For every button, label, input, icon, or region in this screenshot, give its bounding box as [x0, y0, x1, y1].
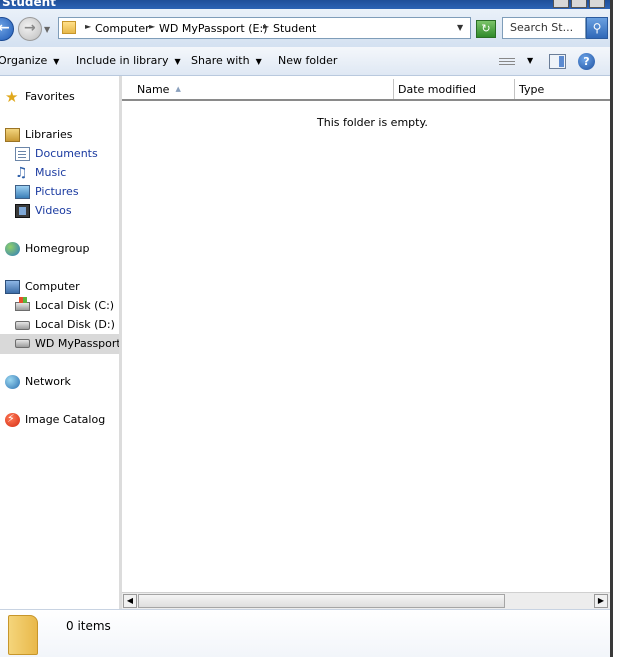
- address-dropdown-icon[interactable]: ▼: [457, 23, 463, 32]
- nav-local-disk-d[interactable]: Local Disk (D:): [15, 316, 119, 334]
- navigation-pane: ★ Favorites Libraries Documents ♫ Music …: [0, 76, 129, 609]
- window-border: [610, 0, 629, 657]
- nav-image-catalog[interactable]: Image Catalog: [5, 411, 119, 429]
- nav-documents[interactable]: Documents: [15, 145, 119, 163]
- star-icon: ★: [5, 88, 19, 106]
- include-in-library-button[interactable]: Include in library ▼: [76, 54, 181, 67]
- new-folder-button[interactable]: New folder: [278, 54, 337, 67]
- column-header: Name ▲ Date modified Type: [122, 79, 610, 101]
- close-button[interactable]: [589, 0, 605, 8]
- folder-icon: [8, 615, 38, 655]
- column-divider[interactable]: [514, 79, 515, 99]
- chevron-right-icon[interactable]: ►: [149, 22, 155, 31]
- views-dropdown-icon[interactable]: ▼: [527, 56, 533, 65]
- nav-favorites[interactable]: ★ Favorites: [5, 88, 119, 106]
- search-button[interactable]: ⚲: [586, 17, 608, 39]
- drive-icon: [15, 321, 30, 330]
- homegroup-icon: [5, 242, 20, 256]
- breadcrumb-student[interactable]: Student: [273, 22, 316, 35]
- details-pane: 0 items: [0, 609, 610, 657]
- refresh-icon: ↻: [481, 22, 491, 35]
- nav-wd-mypassport[interactable]: WD MyPassport (: [0, 334, 129, 354]
- item-count: 0 items: [66, 619, 111, 633]
- nav-local-disk-c[interactable]: Local Disk (C:): [15, 297, 119, 315]
- search-input[interactable]: Search St...: [502, 17, 586, 39]
- file-list-area[interactable]: [122, 76, 610, 609]
- nav-videos[interactable]: Videos: [15, 202, 119, 220]
- chevron-down-icon: ▼: [53, 57, 60, 66]
- chevron-down-icon: ▼: [174, 57, 181, 66]
- recent-pages-dropdown-icon[interactable]: ▼: [44, 25, 50, 34]
- breadcrumb-computer[interactable]: Computer: [95, 22, 150, 35]
- share-with-button[interactable]: Share with ▼: [191, 54, 262, 67]
- empty-folder-message: This folder is empty.: [317, 116, 428, 129]
- organize-button[interactable]: Organize ▼: [0, 54, 59, 67]
- nav-pictures[interactable]: Pictures: [15, 183, 119, 201]
- drive-icon: [15, 339, 30, 348]
- column-type[interactable]: Type: [519, 83, 544, 96]
- nav-homegroup[interactable]: Homegroup: [5, 240, 119, 258]
- address-row: ▼ ► Computer ► WD MyPassport (E:) ► Stud…: [0, 9, 610, 47]
- column-divider[interactable]: [393, 79, 394, 99]
- address-bar[interactable]: ► Computer ► WD MyPassport (E:) ► Studen…: [58, 17, 471, 39]
- command-bar: Organize ▼ Include in library ▼ Share with…: [0, 47, 610, 76]
- chevron-right-icon[interactable]: ►: [85, 22, 91, 31]
- chevron-right-icon[interactable]: ►: [263, 22, 269, 31]
- search-icon: ⚲: [592, 21, 602, 35]
- nav-music[interactable]: ♫ Music: [15, 164, 119, 182]
- sort-ascending-icon: ▲: [175, 85, 181, 93]
- scrollbar-thumb[interactable]: [138, 594, 505, 608]
- breadcrumb-wd-mypassport[interactable]: WD MyPassport (E:): [159, 22, 267, 35]
- scroll-right-icon[interactable]: ▶: [594, 594, 608, 608]
- nav-network[interactable]: Network: [5, 373, 119, 391]
- chevron-down-icon: ▼: [255, 57, 262, 66]
- views-icon[interactable]: [499, 56, 515, 68]
- scroll-left-icon[interactable]: ◀: [123, 594, 137, 608]
- windows-drive-icon: [15, 297, 30, 311]
- nav-computer[interactable]: Computer: [5, 278, 119, 296]
- maximize-button[interactable]: [571, 0, 587, 8]
- music-icon: ♫: [15, 165, 28, 181]
- nav-libraries[interactable]: Libraries: [5, 126, 119, 144]
- window-title: Student: [2, 0, 56, 9]
- forward-button[interactable]: [18, 17, 42, 41]
- minimize-button[interactable]: [553, 0, 569, 8]
- title-bar: Student: [0, 0, 610, 9]
- help-icon[interactable]: ?: [578, 53, 595, 70]
- preview-pane-icon[interactable]: [549, 54, 566, 69]
- videos-icon: [15, 204, 30, 218]
- back-button[interactable]: [0, 17, 14, 41]
- documents-icon: [15, 147, 30, 161]
- image-catalog-icon: [5, 412, 20, 427]
- refresh-button[interactable]: ↻: [476, 20, 496, 38]
- column-name[interactable]: Name ▲: [137, 83, 181, 96]
- pictures-icon: [15, 185, 30, 199]
- column-date-modified[interactable]: Date modified: [398, 83, 476, 96]
- computer-icon: [5, 280, 20, 294]
- folder-icon: [62, 21, 76, 34]
- libraries-icon: [5, 128, 20, 142]
- horizontal-scrollbar[interactable]: ◀ ▶: [122, 592, 610, 609]
- network-icon: [5, 375, 20, 389]
